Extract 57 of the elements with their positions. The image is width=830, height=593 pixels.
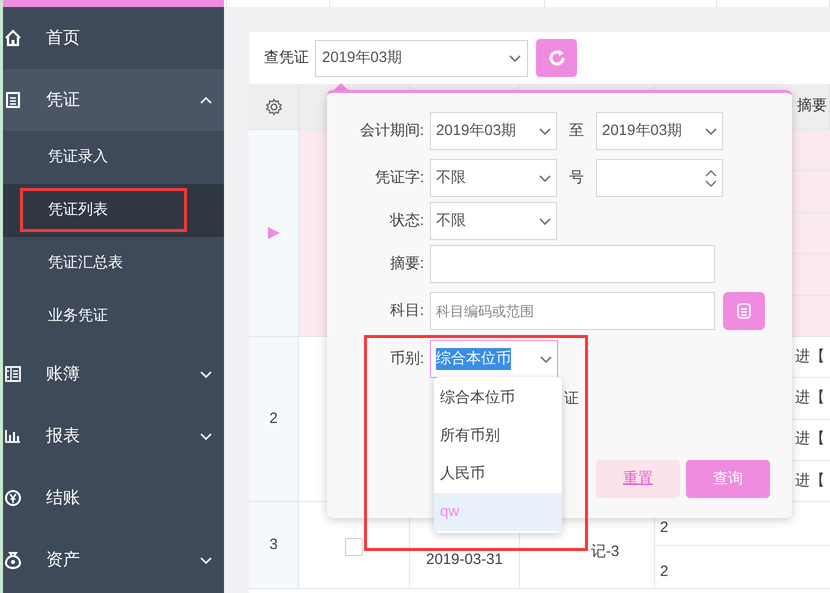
range-separator: 至 bbox=[569, 120, 584, 141]
chevron-down-icon bbox=[200, 432, 212, 440]
chevron-down-icon bbox=[540, 354, 552, 364]
account-field[interactable]: 科目编码或范围 bbox=[430, 292, 715, 330]
field-label: 状态: bbox=[388, 210, 425, 231]
row-number: 2 bbox=[269, 408, 278, 429]
chevron-down-icon bbox=[539, 174, 551, 182]
refresh-button[interactable] bbox=[536, 39, 577, 77]
summary-field[interactable] bbox=[430, 245, 715, 283]
list-icon bbox=[737, 303, 751, 319]
chevron-down-icon bbox=[200, 556, 212, 564]
chevron-down-icon bbox=[200, 370, 212, 378]
refresh-icon bbox=[548, 49, 566, 67]
table-cell-text: 2 bbox=[660, 518, 668, 538]
select-field[interactable]: 不限 bbox=[430, 202, 557, 240]
option-label: 证 bbox=[564, 388, 579, 409]
field-label: 币别: bbox=[388, 348, 425, 369]
toolbar-label: 查凭证 bbox=[264, 48, 309, 68]
row-number: 3 bbox=[269, 534, 278, 555]
field-label: 号 bbox=[569, 168, 584, 188]
chevron-down-icon bbox=[705, 126, 717, 136]
menu-item[interactable]: 凭证 bbox=[3, 69, 224, 131]
spinner-icon bbox=[705, 170, 717, 186]
current-row-marker bbox=[268, 227, 280, 239]
chevron-down-icon bbox=[539, 216, 551, 226]
row-checkbox[interactable] bbox=[345, 538, 363, 556]
table-cell-text: 进【 bbox=[795, 388, 825, 408]
select-field[interactable]: 2019年03期 bbox=[430, 112, 557, 150]
column-header: 摘要 bbox=[797, 96, 827, 116]
house-icon bbox=[4, 29, 22, 47]
table-cell-text: 进【 bbox=[795, 470, 825, 491]
field-label: 摘要: bbox=[388, 254, 425, 274]
dropdown-option[interactable]: 综合本位币 bbox=[434, 379, 562, 417]
field-label: 科目: bbox=[388, 300, 425, 321]
bar-chart-icon bbox=[4, 427, 22, 445]
dropdown-option[interactable]: 人民币 bbox=[434, 455, 562, 493]
table-cell-text: 进【 bbox=[795, 346, 825, 367]
period-select[interactable]: 2019年03期 bbox=[315, 40, 528, 76]
select-field[interactable]: 2019年03期 bbox=[596, 112, 723, 150]
table-cell-text: 进【 bbox=[795, 429, 825, 450]
yen-coin-icon bbox=[4, 489, 22, 507]
dropdown-option[interactable]: 所有币别 bbox=[434, 417, 562, 455]
money-bag-icon bbox=[4, 551, 22, 569]
ledger-icon bbox=[4, 365, 22, 383]
table-cell: 2019-03-31 bbox=[426, 552, 503, 568]
select-field[interactable]: 不限 bbox=[430, 159, 557, 197]
field-label: 凭证字: bbox=[374, 168, 425, 188]
table-cell-text: 2 bbox=[660, 562, 668, 582]
table-cell: 记-3 bbox=[590, 544, 620, 560]
list-button[interactable] bbox=[723, 292, 765, 330]
chevron-up-icon bbox=[200, 96, 212, 104]
number-field[interactable] bbox=[596, 159, 723, 197]
document-icon bbox=[4, 91, 22, 109]
settings-icon bbox=[264, 98, 282, 116]
field-label: 会计期间: bbox=[358, 120, 425, 141]
chevron-down-icon bbox=[509, 54, 521, 62]
chevron-down-icon bbox=[539, 126, 551, 136]
